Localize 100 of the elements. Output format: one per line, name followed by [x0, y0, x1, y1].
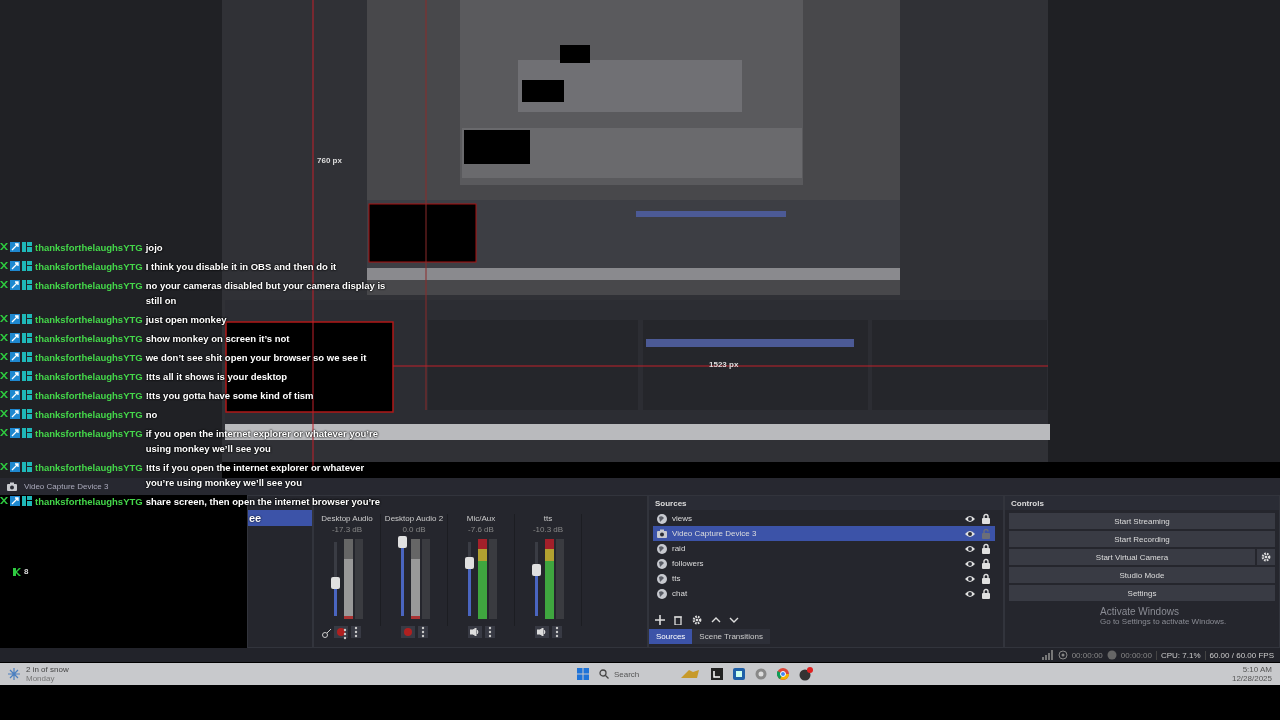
- add-icon[interactable]: [655, 615, 665, 625]
- globe-icon: [656, 512, 668, 525]
- mod-icon: [0, 352, 8, 361]
- source-name: Video Capture Device 3: [24, 482, 109, 491]
- badge-icon: [22, 314, 32, 324]
- record-time: 00:00:00: [1120, 650, 1152, 660]
- app-icon[interactable]: [710, 668, 723, 680]
- app-icon[interactable]: [732, 668, 745, 680]
- globe-icon: [656, 587, 668, 600]
- lock-icon[interactable]: [980, 587, 992, 600]
- lock-icon[interactable]: [980, 557, 992, 570]
- globe-icon: [656, 557, 668, 570]
- mod-icon: [0, 242, 8, 251]
- camera-icon: [656, 527, 668, 540]
- channel-name: Desktop Audio: [321, 514, 373, 523]
- mod-icon: [0, 409, 8, 418]
- more-icon[interactable]: [417, 626, 428, 638]
- badge-icon: [22, 496, 32, 506]
- fader-handle[interactable]: [531, 564, 541, 577]
- stream-icon: [1057, 650, 1068, 660]
- control-button[interactable]: Start Virtual Camera: [1009, 549, 1255, 565]
- globe-icon: [656, 572, 668, 585]
- chat-username: thanksforthelaughsYTG: [35, 260, 143, 274]
- chat-message: !tts you gotta have some kind of tism: [145, 389, 314, 403]
- control-button[interactable]: Settings: [1009, 585, 1275, 601]
- down-icon[interactable]: [729, 615, 739, 625]
- lock-icon[interactable]: [980, 512, 992, 525]
- chat-message: !tts all it shows is your desktop: [145, 370, 288, 384]
- link-icon[interactable]: [322, 628, 332, 638]
- lock-icon[interactable]: [980, 572, 992, 585]
- record-icon: [1106, 650, 1117, 660]
- mod-icon: [0, 314, 8, 323]
- dock-title: Controls: [1011, 498, 1044, 508]
- fader-handle[interactable]: [330, 576, 340, 589]
- browser-icon[interactable]: [776, 668, 789, 680]
- settings-icon[interactable]: [691, 614, 703, 626]
- source-item[interactable]: views: [653, 511, 995, 526]
- signal-icon: [1041, 650, 1054, 660]
- mod-icon: [0, 261, 8, 270]
- chat-message: show monkey on screen it’s not: [145, 332, 290, 346]
- channel-reading: 0.0 dB: [402, 525, 426, 534]
- source-item[interactable]: followers: [653, 556, 995, 571]
- chat-message: I think you disable it in OBS and then do it: [145, 260, 337, 274]
- more-icon[interactable]: [551, 626, 562, 638]
- chat-username: thanksforthelaughsYTG: [35, 313, 143, 327]
- channel-reading: -17.3 dB: [331, 525, 363, 534]
- channel-name: tts: [543, 514, 553, 523]
- chat-username: thanksforthelaughsYTG: [35, 389, 143, 403]
- more-icon[interactable]: [484, 626, 495, 638]
- channel-reading: -10.3 dB: [532, 525, 564, 534]
- mod-icon: [0, 371, 8, 380]
- activation-title: Activate Windows: [1100, 606, 1180, 617]
- chat-username: thanksforthelaughsYTG: [35, 461, 143, 475]
- chat-fragment: ee: [249, 512, 262, 524]
- badge-icon: [22, 352, 32, 362]
- snowflake-icon: [8, 668, 20, 680]
- lock-icon[interactable]: [980, 542, 992, 555]
- clock-time: 5:10 AM: [1242, 665, 1272, 674]
- settings-icon: [1260, 551, 1272, 563]
- fader-handle[interactable]: [464, 556, 474, 569]
- clock-date: 12/28/2025: [1231, 674, 1272, 683]
- source-item[interactable]: tts: [653, 571, 995, 586]
- fader-handle[interactable]: [397, 536, 407, 548]
- control-button[interactable]: Studio Mode: [1009, 567, 1275, 583]
- search-icon: [598, 669, 609, 679]
- speaker-icon[interactable]: [534, 626, 549, 638]
- source-item[interactable]: chat: [653, 586, 995, 601]
- mod-icon: [0, 462, 8, 471]
- settings-button[interactable]: [1257, 549, 1275, 565]
- speaker-icon[interactable]: [467, 626, 482, 638]
- fps-readout: 60.00 / 60.00 FPS: [1204, 650, 1274, 660]
- control-button[interactable]: Start Streaming: [1009, 513, 1275, 529]
- source-item[interactable]: raid: [653, 541, 995, 556]
- weather-day: Monday: [26, 674, 69, 683]
- badge-icon: [22, 333, 32, 343]
- chat-message: just open monkey: [145, 313, 227, 327]
- channel-name: Desktop Audio 2: [384, 514, 444, 523]
- chat-username: thanksforthelaughsYTG: [35, 241, 143, 255]
- source-item[interactable]: Video Capture Device 3: [653, 526, 995, 541]
- control-button[interactable]: Start Recording: [1009, 531, 1275, 547]
- dock-title: Sources: [655, 498, 687, 508]
- trash-icon[interactable]: [673, 615, 683, 625]
- chat-message: no your cameras disabled but your camera display is still on: [145, 279, 387, 308]
- scene-item[interactable]: ee: [248, 510, 312, 526]
- mod-icon: [0, 333, 8, 342]
- measurement-label: 1523 px: [709, 360, 739, 369]
- obs-icon[interactable]: [798, 667, 813, 681]
- stream-time: 00:00:00: [1071, 650, 1103, 660]
- up-icon[interactable]: [711, 615, 721, 625]
- start-icon[interactable]: [576, 668, 589, 680]
- chat-message: share screen, then open the internet browser you’re: [145, 495, 381, 509]
- muted-icon[interactable]: [333, 626, 348, 638]
- chat-message: jojo: [145, 241, 163, 255]
- badge-icon: [22, 261, 32, 271]
- dock-tab[interactable]: Scene Transitions: [692, 629, 770, 644]
- search-field[interactable]: Search: [598, 669, 669, 679]
- chat-message: !tts if you open the internet explorer or whatever you’re using monkey we’ll see you: [145, 461, 366, 490]
- more-icon[interactable]: [350, 626, 361, 638]
- dock-tab[interactable]: Sources: [649, 629, 693, 644]
- activation-message: Go to Settings to activate Windows.: [1100, 617, 1228, 626]
